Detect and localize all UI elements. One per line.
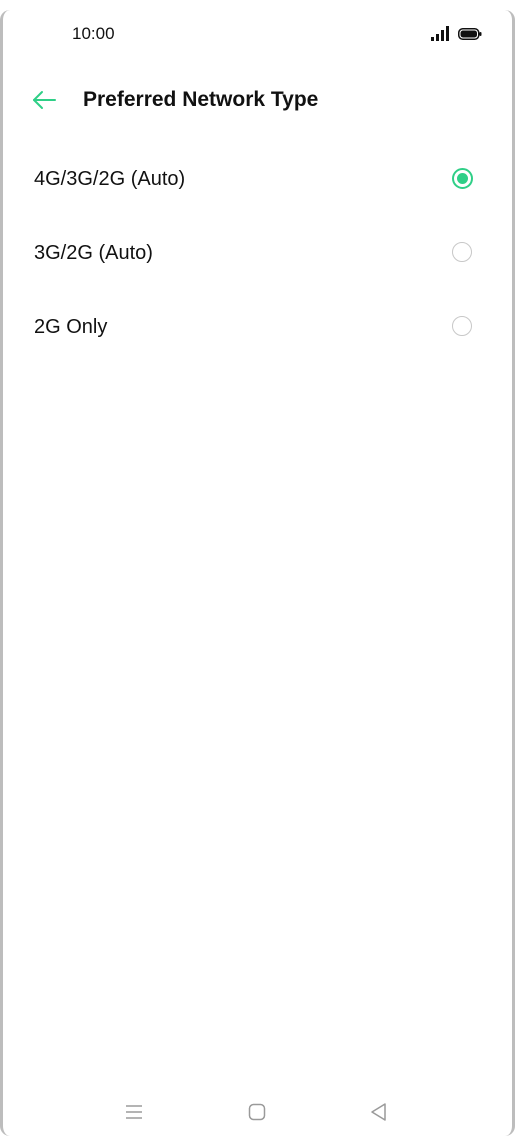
navigation-bar: [0, 1094, 515, 1134]
phone-screen: 10:00 Preferred Network Type 4G/3G/2G (A…: [0, 0, 515, 1146]
option-label: 2G Only: [34, 316, 108, 338]
home-button[interactable]: [245, 1102, 269, 1126]
back-triangle-icon: [369, 1102, 389, 1127]
arrow-left-icon: [31, 90, 57, 115]
option-4g-3g-2g-auto[interactable]: 4G/3G/2G (Auto): [0, 143, 515, 217]
nav-back-button[interactable]: [367, 1102, 391, 1126]
option-label: 4G/3G/2G (Auto): [34, 168, 186, 190]
menu-icon: [124, 1103, 144, 1126]
option-3g-2g-auto[interactable]: 3G/2G (Auto): [0, 217, 515, 291]
option-2g-only[interactable]: 2G Only: [0, 291, 515, 365]
status-bar: 10:00: [0, 0, 515, 68]
home-icon: [247, 1102, 267, 1127]
radio-button[interactable]: [452, 242, 472, 262]
battery-icon: [458, 27, 482, 40]
option-label: 3G/2G (Auto): [34, 242, 153, 264]
recent-apps-button[interactable]: [122, 1102, 146, 1126]
header: Preferred Network Type: [0, 78, 515, 126]
signal-icon: [430, 25, 450, 41]
page-title: Preferred Network Type: [83, 88, 319, 111]
network-type-options: 4G/3G/2G (Auto) 3G/2G (Auto) 2G Only: [0, 143, 515, 365]
back-button[interactable]: [28, 86, 60, 118]
radio-button[interactable]: [452, 316, 472, 336]
status-time: 10:00: [72, 24, 115, 43]
radio-button-selected[interactable]: [452, 168, 473, 189]
